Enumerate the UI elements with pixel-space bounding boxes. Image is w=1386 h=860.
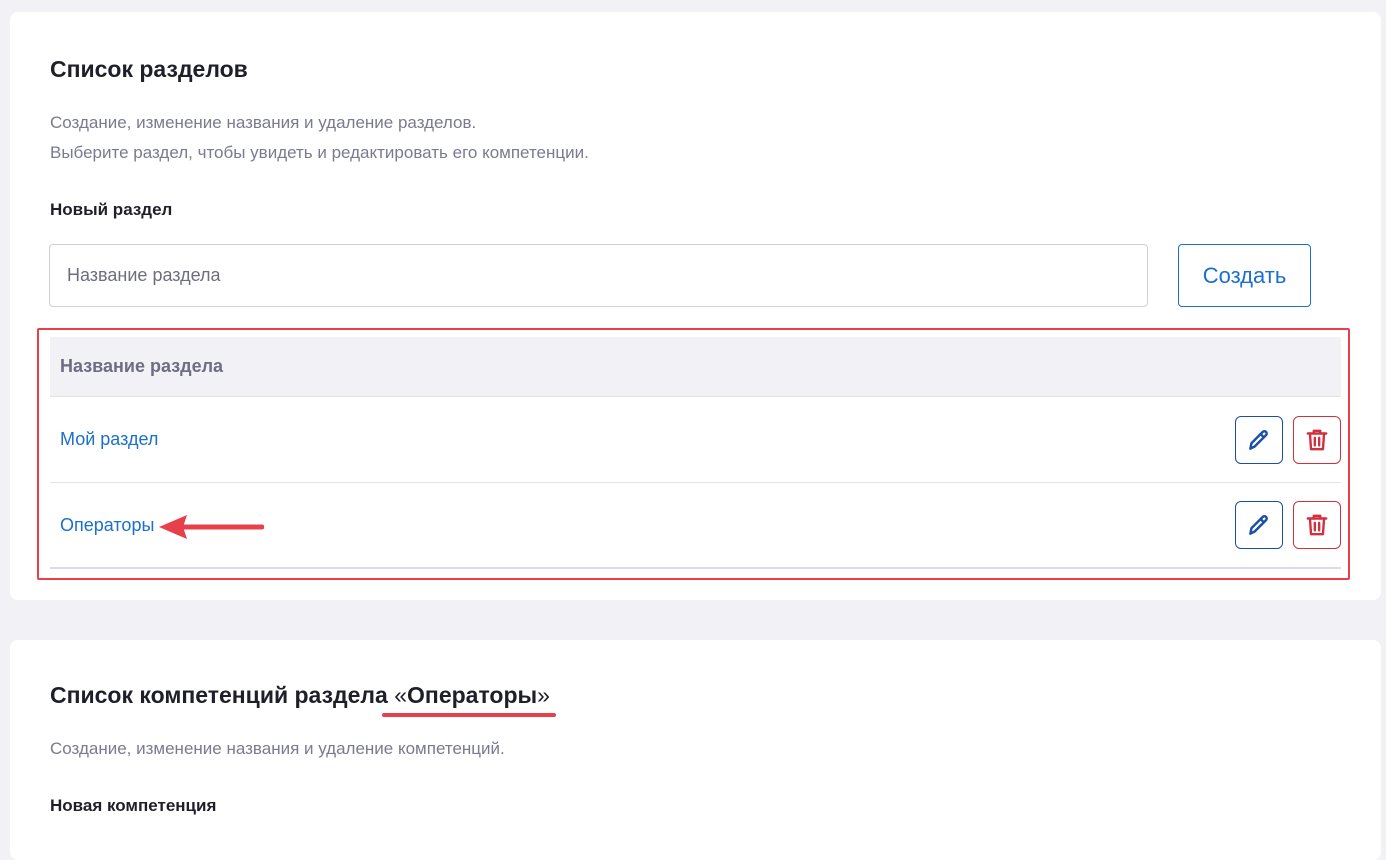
sections-description-line2: Выберите раздел, чтобы увидеть и редакти… bbox=[50, 143, 589, 162]
row-actions bbox=[1235, 501, 1341, 549]
competencies-title: Список компетенций раздела «Операторы» bbox=[50, 682, 556, 717]
sections-description-line1: Создание, изменение названия и удаление … bbox=[50, 113, 477, 132]
delete-button[interactable] bbox=[1293, 501, 1341, 549]
section-name-input[interactable] bbox=[49, 244, 1148, 307]
annotation-underline bbox=[382, 713, 556, 717]
competencies-section-name-wrap: «Операторы» bbox=[382, 682, 556, 717]
edit-button[interactable] bbox=[1235, 415, 1283, 464]
pencil-icon bbox=[1249, 429, 1268, 450]
new-competency-label: Новая компетенция bbox=[50, 796, 217, 815]
new-section-label: Новый раздел bbox=[50, 200, 173, 219]
table-header: Название раздела bbox=[50, 337, 1341, 397]
competencies-section-name: Операторы bbox=[407, 682, 538, 708]
page-title: Список разделов bbox=[50, 56, 248, 82]
row-actions bbox=[1235, 415, 1341, 464]
arrow-left-icon bbox=[159, 515, 264, 539]
table-row: Мой раздел bbox=[50, 397, 1341, 483]
competencies-description: Создание, изменение названия и удаление … bbox=[50, 739, 505, 758]
sections-description: Создание, изменение названия и удаление … bbox=[50, 108, 589, 168]
create-button[interactable]: Создать bbox=[1178, 244, 1311, 307]
section-link-operators[interactable]: Операторы bbox=[60, 515, 154, 536]
trash-icon bbox=[1306, 514, 1328, 536]
sections-card: Список разделов Создание, изменение назв… bbox=[10, 12, 1381, 600]
pencil-icon bbox=[1249, 515, 1268, 535]
sections-table: Название раздела Мой раздел Операторы bbox=[50, 337, 1341, 569]
section-link-my-section[interactable]: Мой раздел bbox=[60, 429, 158, 450]
quote-close: » bbox=[537, 682, 550, 708]
trash-icon bbox=[1306, 429, 1328, 450]
competencies-card: Список компетенций раздела «Операторы» С… bbox=[10, 640, 1381, 860]
table-row: Операторы bbox=[50, 483, 1341, 569]
edit-button[interactable] bbox=[1235, 501, 1283, 549]
competencies-title-prefix: Список компетенций раздела bbox=[50, 682, 388, 708]
delete-button[interactable] bbox=[1293, 415, 1341, 464]
quote-open: « bbox=[394, 682, 408, 708]
